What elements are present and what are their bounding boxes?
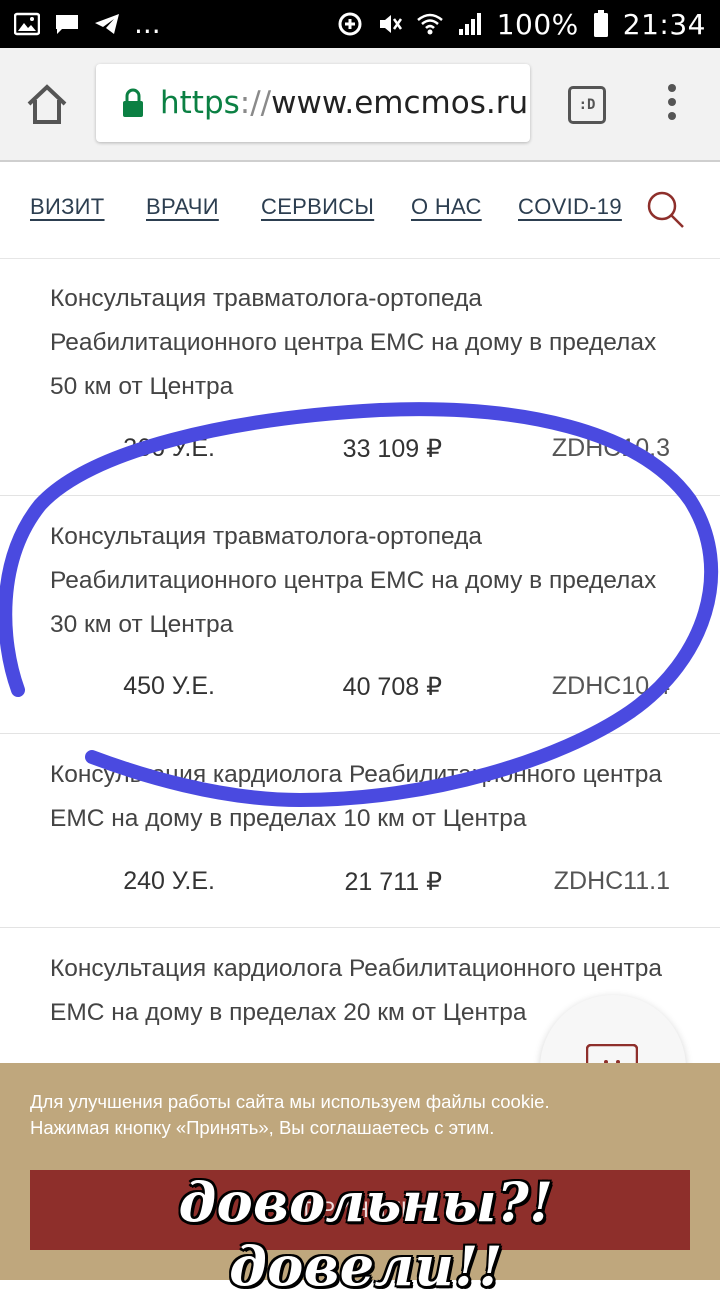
nav-item-about[interactable]: О НАС xyxy=(411,194,482,220)
status-bar-left: ... xyxy=(14,10,161,38)
url-scheme: https xyxy=(160,85,240,121)
lock-icon xyxy=(123,88,143,117)
status-bar-right: 100% 21:34 xyxy=(337,8,706,41)
nav-item-visit[interactable]: ВИЗИТ xyxy=(30,194,105,220)
price-row: Консультация травматолога-ортопеда Реаби… xyxy=(0,496,720,734)
price-rub: 40 708 ₽ xyxy=(342,673,442,701)
price-rub: 21 711 ₽ xyxy=(344,868,442,896)
tabs-button[interactable]: :D xyxy=(568,86,606,124)
cookie-line-2: Нажимая кнопку «Принять», Вы соглашаетес… xyxy=(30,1117,495,1138)
nav-item-doctors[interactable]: ВРАЧИ xyxy=(146,194,219,220)
data-saver-icon xyxy=(337,11,363,37)
price-values: 450 У.Е. 40 708 ₽ ZDHC10.4 xyxy=(0,672,720,712)
service-code: ZDHC11.1 xyxy=(553,867,670,895)
price-values: 240 У.Е. 21 711 ₽ ZDHC11.1 xyxy=(0,867,720,907)
service-code: ZDHC10.4 xyxy=(551,672,670,700)
battery-icon xyxy=(593,10,609,37)
menu-dot xyxy=(668,112,676,120)
telegram-icon xyxy=(94,11,120,37)
url-host: www.emcmos.ru xyxy=(271,85,529,121)
price-ue: 366 У.Е. xyxy=(123,434,215,462)
home-icon xyxy=(27,84,67,124)
overlay-caption: довольны?! довели!! xyxy=(178,1170,554,1298)
nav-item-services[interactable]: СЕРВИСЫ xyxy=(261,194,374,220)
cookie-text: Для улучшения работы сайта мы используем… xyxy=(30,1089,690,1141)
price-row: Консультация травматолога-ортопеда Реаби… xyxy=(0,259,720,496)
price-ue: 240 У.Е. xyxy=(123,867,215,895)
home-button[interactable] xyxy=(24,82,70,128)
price-values: 366 У.Е. 33 109 ₽ ZDHC10.3 xyxy=(0,434,720,474)
menu-dot xyxy=(668,98,676,106)
url-separator: :// xyxy=(239,85,272,121)
message-icon xyxy=(54,11,80,37)
signal-icon xyxy=(457,11,483,37)
clock: 21:34 xyxy=(622,7,706,41)
cookie-line-1: Для улучшения работы сайта мы используем… xyxy=(30,1091,550,1112)
mute-icon xyxy=(377,11,403,37)
service-title: Консультация травматолога-ортопеда Реаби… xyxy=(50,523,657,638)
wifi-icon xyxy=(416,11,443,37)
more-notifications: ... xyxy=(134,7,161,40)
search-icon[interactable] xyxy=(646,190,686,230)
price-ue: 450 У.Е. xyxy=(123,672,215,700)
service-title: Консультация травматолога-ортопеда Реаби… xyxy=(50,285,657,400)
battery-percent: 100% xyxy=(496,7,579,41)
address-bar[interactable]: https://www.emcmos.ru xyxy=(96,64,530,142)
browser-toolbar: https://www.emcmos.ru :D xyxy=(0,48,720,162)
status-bar: ... 100% 21:34 xyxy=(0,0,720,48)
menu-dot xyxy=(668,84,676,92)
service-code: ZDHC10.3 xyxy=(551,434,670,462)
price-rub: 33 109 ₽ xyxy=(342,435,442,463)
service-title: Консультация кардиолога Реабилитационног… xyxy=(50,761,662,832)
nav-item-covid[interactable]: COVID-19 xyxy=(518,194,622,220)
gallery-icon xyxy=(14,11,40,37)
price-row: Консультация кардиолога Реабилитационног… xyxy=(0,734,720,928)
browser-menu-button[interactable] xyxy=(664,84,680,128)
site-navigation: ВИЗИТ ВРАЧИ СЕРВИСЫ О НАС COVID-19 xyxy=(0,162,720,259)
